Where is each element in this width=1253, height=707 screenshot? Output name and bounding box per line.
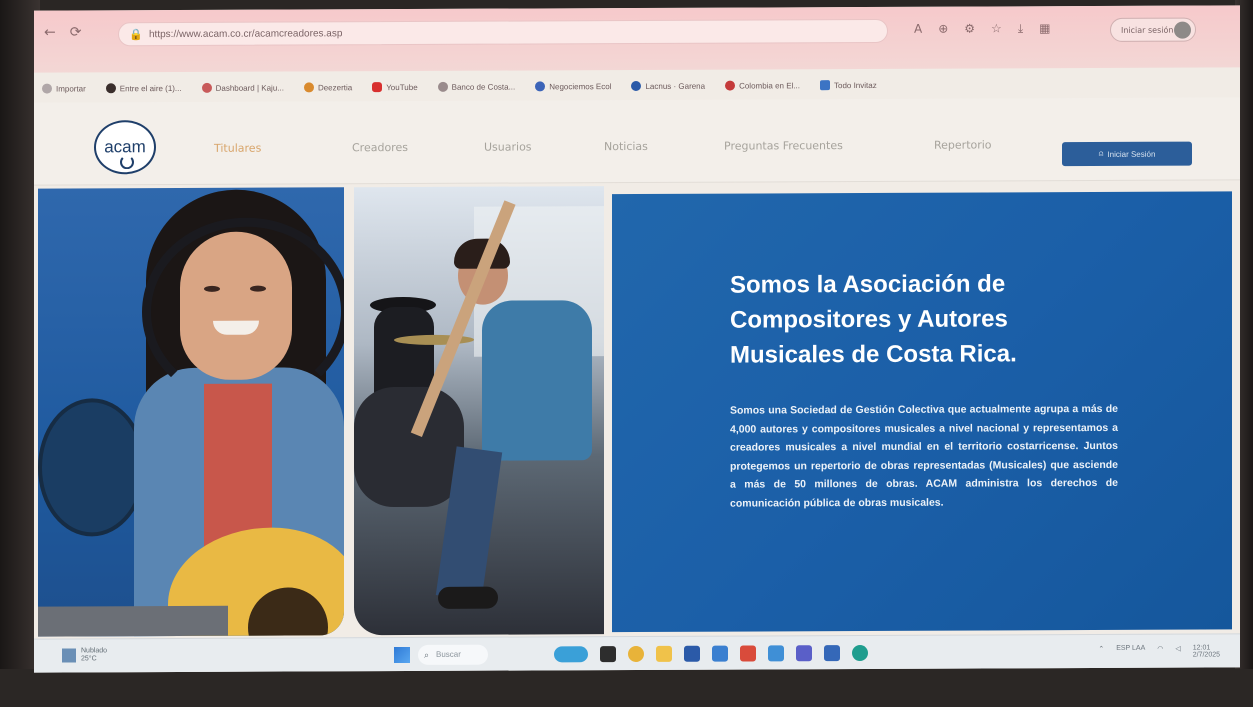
bookmark-icon	[201, 82, 212, 93]
taskbar-apps	[554, 644, 868, 663]
system-tray: ⌃ ESP LAA ◠ ◁ 12:01 2/7/2025	[1098, 644, 1220, 659]
search-icon: ⌕	[424, 649, 430, 660]
people-icon[interactable]	[824, 645, 840, 662]
youtube-icon	[372, 82, 383, 93]
site-header: acam Titulares Creadores Usuarios Notici…	[34, 97, 1240, 186]
bookmark-item[interactable]: Todo Invitaz	[820, 75, 877, 95]
calendar-icon[interactable]	[712, 645, 728, 662]
back-arrow-icon[interactable]: ←	[44, 25, 56, 41]
file-explorer-icon[interactable]	[656, 645, 672, 662]
hero-section: Somos la Asociación de Compositores y Au…	[34, 183, 1240, 637]
profile-label: Iniciar sesión	[1121, 25, 1174, 35]
bookmark-item[interactable]: Entre el aire (1)...	[105, 78, 182, 98]
teams-icon[interactable]	[796, 645, 812, 662]
headphones-icon	[142, 217, 344, 407]
weather-icon	[62, 648, 76, 663]
photo-bassist	[482, 300, 592, 461]
bookmarks-bar: Importar Entre el aire (1)... Dashboard …	[42, 73, 1240, 98]
bookmark-icon	[42, 83, 52, 94]
volume-icon[interactable]: ◁	[1175, 645, 1180, 659]
favorites-icon[interactable]: ☆	[991, 21, 1002, 36]
photo-drum-kit	[354, 386, 464, 508]
edge-icon[interactable]	[852, 644, 868, 662]
downloads-icon[interactable]: ⤓	[1018, 21, 1023, 36]
user-icon: ⍝	[1098, 148, 1104, 158]
weather-widget[interactable]: Nublado 25°C	[62, 647, 107, 663]
bookmark-item[interactable]: YouTube	[372, 77, 418, 97]
menu-creadores[interactable]: Creadores	[352, 141, 408, 154]
microphone-shape	[38, 398, 146, 537]
hero-text-panel: Somos la Asociación de Compositores y Au…	[612, 191, 1232, 633]
acam-logo[interactable]: acam	[94, 120, 156, 175]
read-aloud-icon[interactable]: A	[914, 22, 922, 37]
hero-photo-singer	[38, 187, 344, 637]
task-view-icon[interactable]	[600, 646, 616, 663]
chrome-icon[interactable]	[628, 645, 644, 663]
monitor-bezel-bottom	[0, 669, 1253, 707]
profile-button[interactable]: Iniciar sesión	[1110, 17, 1196, 42]
bookmark-item[interactable]: Dashboard | Kaju...	[201, 78, 284, 98]
refresh-icon[interactable]: ⟳	[70, 24, 82, 40]
guitar-neck	[38, 605, 228, 637]
taskbar-search-label: Buscar	[436, 649, 461, 659]
tray-language[interactable]: ESP LAA	[1116, 645, 1145, 659]
bookmark-item[interactable]: Deezertia	[303, 77, 352, 97]
folder-icon	[820, 80, 830, 91]
zoom-icon[interactable]: ⊕	[938, 22, 948, 37]
bookmark-icon	[303, 82, 314, 93]
collections-icon[interactable]: ▦	[1039, 21, 1050, 36]
hero-photo-band	[354, 186, 604, 636]
menu-usuarios[interactable]: Usuarios	[484, 140, 532, 153]
taskbar-search[interactable]: ⌕ Buscar	[418, 644, 488, 665]
menu-noticias[interactable]: Noticias	[604, 140, 648, 153]
hero-title: Somos la Asociación de Compositores y Au…	[730, 270, 1017, 369]
login-button[interactable]: ⍝ Iniciar Sesión	[1062, 141, 1192, 167]
tray-clock[interactable]: 12:01 2/7/2025	[1193, 644, 1220, 658]
avatar	[1174, 21, 1191, 39]
bookmark-item[interactable]: Banco de Costa...	[437, 77, 515, 97]
extensions-icon[interactable]: ⚙	[964, 22, 975, 37]
browser-chrome: ← ⟳ 🔒 https://www.acam.co.cr/acamcreador…	[34, 5, 1240, 73]
bookmark-item[interactable]: Importar	[42, 78, 86, 98]
address-bar[interactable]: 🔒 https://www.acam.co.cr/acamcreadores.a…	[118, 18, 888, 47]
photo-shoe	[438, 586, 498, 609]
mail-icon[interactable]	[740, 645, 756, 662]
weather-condition: Nublado	[81, 647, 108, 655]
menu-preguntas-frecuentes[interactable]: Preguntas Frecuentes	[724, 139, 843, 153]
tray-date: 2/7/2025	[1192, 651, 1220, 659]
chevron-up-icon[interactable]: ⌃	[1098, 645, 1104, 659]
browser-toolbar-icons: A ⊕ ⚙ ☆ ⤓ ▦	[914, 21, 1050, 37]
bookmark-item[interactable]: Colombia en El...	[725, 75, 800, 95]
menu-repertorio[interactable]: Repertorio	[934, 138, 992, 151]
screen: ← ⟳ 🔒 https://www.acam.co.cr/acamcreador…	[34, 5, 1240, 673]
store-icon[interactable]	[768, 645, 784, 662]
hero-description: Somos una Sociedad de Gestión Colectiva …	[730, 402, 1118, 510]
menu-titulares[interactable]: Titulares	[214, 142, 261, 155]
logo-swirl-icon	[120, 155, 134, 170]
windows-start-icon[interactable]	[394, 646, 410, 664]
bookmark-icon	[437, 81, 448, 92]
login-button-label: Iniciar Sesión	[1107, 149, 1156, 159]
bookmark-item[interactable]: Negociemos Ecol	[535, 76, 611, 96]
url-text: https://www.acam.co.cr/acamcreadores.asp	[149, 28, 343, 41]
bookmark-icon	[105, 83, 116, 94]
wifi-icon[interactable]: ◠	[1157, 645, 1163, 659]
browser-nav: ← ⟳	[44, 24, 81, 40]
windows-taskbar: Nublado 25°C ⌕ Buscar ⌃ ESP LAA ◠ ◁ 12:0…	[34, 633, 1240, 673]
bookmark-icon	[725, 80, 736, 91]
bookmark-icon	[535, 81, 546, 92]
bookmark-item[interactable]: Lacnus · Garena	[631, 76, 705, 96]
word-icon[interactable]	[684, 645, 700, 662]
lock-icon: 🔒	[129, 29, 143, 42]
weather-temp: 25°C	[81, 655, 97, 663]
bookmark-icon	[631, 80, 642, 92]
tray-time: 12:01	[1192, 644, 1211, 652]
widgets-icon[interactable]	[554, 646, 588, 663]
